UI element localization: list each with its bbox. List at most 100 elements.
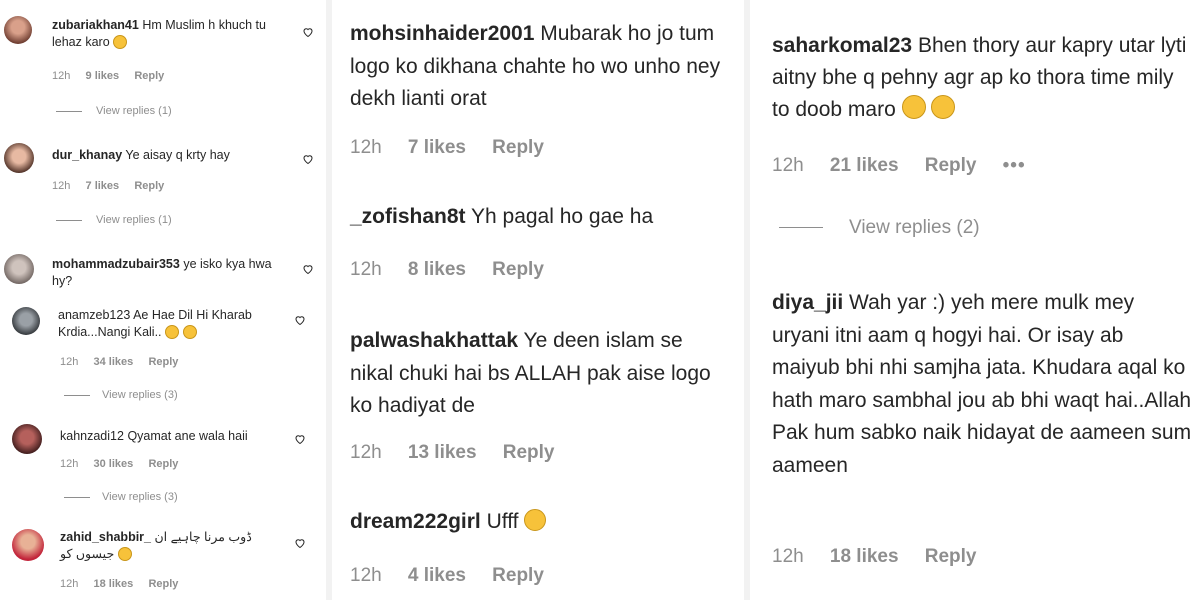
- reply-button[interactable]: Reply: [925, 155, 977, 176]
- comment-username[interactable]: zahid_shabbir_: [60, 530, 151, 544]
- comment-meta: 12h 30 likes Reply: [60, 458, 191, 470]
- smirk-face-icon: [931, 94, 956, 119]
- replies-divider-line: [56, 219, 82, 221]
- comment-username[interactable]: anamzeb123: [58, 308, 130, 322]
- sad-face-icon: [524, 509, 547, 531]
- comment-text: dur_khanay Ye aisay q krty hay: [52, 147, 287, 164]
- avatar[interactable]: [4, 143, 34, 173]
- reply-button[interactable]: Reply: [134, 70, 164, 82]
- comment-likes[interactable]: 30 likes: [94, 458, 134, 470]
- comments-panel-middle: mohsinhaider2001 Mubarak ho jo tum logo …: [335, 0, 730, 600]
- avatar[interactable]: [12, 307, 40, 335]
- comment-likes[interactable]: 18 likes: [94, 578, 134, 590]
- comment-text: saharkomal23 Bhen thory aur kapry utar l…: [772, 30, 1192, 126]
- comment-username[interactable]: _zofishan8t: [350, 205, 466, 228]
- comment-meta: 12h 18 likes Reply: [60, 578, 191, 590]
- comment-likes[interactable]: 13 likes: [408, 442, 477, 463]
- view-replies-button[interactable]: View replies (2): [779, 217, 980, 239]
- reply-button[interactable]: Reply: [148, 356, 178, 368]
- comment-username[interactable]: mohsinhaider2001: [350, 22, 534, 45]
- view-replies-label: View replies (3): [102, 389, 178, 401]
- comment-meta: 12h 7 likes Reply: [52, 180, 176, 192]
- like-heart-icon[interactable]: [302, 153, 314, 165]
- comment-likes[interactable]: 7 likes: [408, 137, 466, 158]
- smirk-face-icon: [901, 94, 926, 119]
- view-replies-label: View replies (3): [102, 491, 178, 503]
- comment-text: zubariakhan41 Hm Muslim h khuch tu lehaz…: [52, 17, 287, 52]
- comment-time: 12h: [350, 442, 382, 463]
- like-heart-icon[interactable]: [294, 433, 306, 445]
- view-replies-button[interactable]: View replies (1): [56, 214, 172, 226]
- comment-username[interactable]: kahnzadi12: [60, 429, 124, 443]
- reply-button[interactable]: Reply: [148, 578, 178, 590]
- comment-time: 12h: [60, 578, 79, 590]
- comment-username[interactable]: zubariakhan41: [52, 18, 139, 32]
- reply-button[interactable]: Reply: [148, 458, 178, 470]
- reply-button[interactable]: Reply: [925, 546, 977, 567]
- reply-button[interactable]: Reply: [492, 565, 544, 586]
- comment-body: Ye aisay q krty hay: [125, 148, 230, 162]
- replies-divider-line: [779, 227, 823, 229]
- comment-time: 12h: [60, 356, 79, 368]
- like-heart-icon[interactable]: [302, 26, 314, 38]
- panel-divider: [744, 0, 750, 600]
- reply-button[interactable]: Reply: [492, 259, 544, 280]
- comment-text: diya_jii Wah yar :) yeh mere mulk mey ur…: [772, 287, 1192, 482]
- view-replies-button[interactable]: View replies (3): [64, 491, 178, 503]
- comment-body: Qyamat ane wala haii: [127, 429, 248, 443]
- comment-meta: 12h 13 likes Reply: [350, 442, 575, 464]
- avatar[interactable]: [12, 424, 42, 454]
- avatar[interactable]: [4, 254, 34, 284]
- view-replies-label: View replies (1): [96, 105, 172, 117]
- more-options-icon[interactable]: •••: [1003, 155, 1026, 176]
- comment-likes[interactable]: 7 likes: [86, 180, 120, 192]
- comment-text: anamzeb123 Ae Hae Dil Hi Kharab Krdia...…: [58, 307, 288, 342]
- comment-time: 12h: [52, 180, 71, 192]
- comment-meta: 12h 18 likes Reply: [772, 546, 997, 568]
- reply-button[interactable]: Reply: [134, 180, 164, 192]
- crying-face-icon: [165, 325, 180, 340]
- comment-likes[interactable]: 34 likes: [94, 356, 134, 368]
- comment-likes[interactable]: 8 likes: [408, 259, 466, 280]
- comment-time: 12h: [772, 155, 804, 176]
- comment-likes[interactable]: 21 likes: [830, 155, 899, 176]
- comment-meta: 12h 4 likes Reply: [350, 565, 565, 587]
- view-replies-button[interactable]: View replies (1): [56, 105, 172, 117]
- comment-text: palwashakhattak Ye deen islam se nikal c…: [350, 325, 730, 423]
- comment-meta: 12h 34 likes Reply: [60, 356, 191, 368]
- comment-text: mohammadzubair353 ye isko kya hwa hy?: [52, 256, 287, 291]
- reply-button[interactable]: Reply: [503, 442, 555, 463]
- comment-username[interactable]: palwashakhattak: [350, 329, 518, 352]
- comment-text: mohsinhaider2001 Mubarak ho jo tum logo …: [350, 18, 730, 116]
- like-heart-icon[interactable]: [294, 537, 306, 549]
- avatar[interactable]: [12, 529, 44, 561]
- like-heart-icon[interactable]: [294, 314, 306, 326]
- comment-meta: 12h 7 likes Reply: [350, 137, 565, 159]
- comment-likes[interactable]: 4 likes: [408, 565, 466, 586]
- comment-username[interactable]: mohammadzubair353: [52, 257, 180, 271]
- reply-button[interactable]: Reply: [492, 137, 544, 158]
- comment-username[interactable]: dream222girl: [350, 510, 481, 533]
- panel-divider: [326, 0, 332, 600]
- comment-meta: 12h 9 likes Reply: [52, 70, 176, 82]
- comment-time: 12h: [350, 259, 382, 280]
- comment-username[interactable]: dur_khanay: [52, 148, 122, 162]
- comment-text: _zofishan8t Yh pagal ho gae ha: [350, 203, 730, 232]
- like-heart-icon[interactable]: [302, 263, 314, 275]
- comment-text: kahnzadi12 Qyamat ane wala haii: [60, 428, 290, 445]
- avatar[interactable]: [4, 16, 32, 44]
- comment-body: Wah yar :) yeh mere mulk mey uryani itni…: [772, 291, 1192, 477]
- replies-divider-line: [64, 394, 90, 396]
- comment-likes[interactable]: 18 likes: [830, 546, 899, 567]
- view-replies-label: View replies (1): [96, 214, 172, 226]
- comment-text: dream222girl Ufff: [350, 508, 730, 537]
- comment-username[interactable]: saharkomal23: [772, 34, 912, 57]
- view-replies-button[interactable]: View replies (3): [64, 389, 178, 401]
- comment-username[interactable]: diya_jii: [772, 291, 843, 314]
- comment-time: 12h: [350, 565, 382, 586]
- comment-meta: 12h 21 likes Reply •••: [772, 155, 1047, 177]
- comments-panel-left: zubariakhan41 Hm Muslim h khuch tu lehaz…: [0, 0, 330, 600]
- comment-likes[interactable]: 9 likes: [86, 70, 120, 82]
- comment-time: 12h: [52, 70, 71, 82]
- comment-body: Yh pagal ho gae ha: [471, 205, 654, 228]
